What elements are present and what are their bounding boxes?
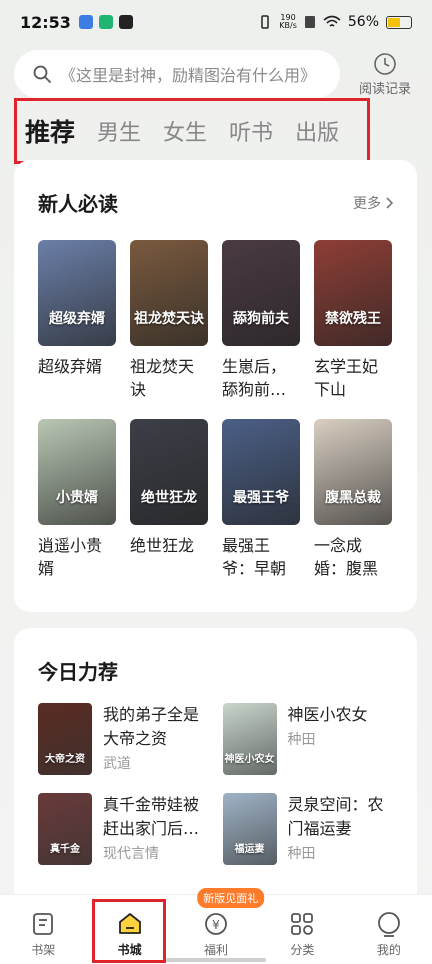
- search-icon: [33, 65, 51, 83]
- nav-welfare[interactable]: 新版见面礼 ¥ 福利: [173, 888, 265, 958]
- status-time: 12:53: [20, 12, 71, 32]
- nav-label: 福利: [204, 943, 229, 957]
- book-item[interactable]: 最强王爷 最强王爷：早朝时…: [222, 419, 300, 580]
- book-title: 绝世狂龙: [130, 536, 195, 555]
- sim-icon: [304, 16, 315, 28]
- tab-female[interactable]: 女生: [163, 115, 207, 147]
- book-item[interactable]: 禁欲残王 玄学王妃下山后，…: [314, 240, 392, 401]
- book-cover: 超级弃婿: [38, 240, 116, 346]
- reading-history-label: 阅读记录: [358, 81, 411, 97]
- status-bar: 12:53 190 KB/s 56%: [0, 0, 432, 44]
- book-item[interactable]: 腹黑总裁 一念成婚：腹黑总…: [314, 419, 392, 580]
- nav-bookshelf[interactable]: 书架: [0, 910, 86, 958]
- wifi-icon: [323, 15, 341, 27]
- vibrate-icon: [261, 15, 270, 29]
- home-indicator: [166, 958, 266, 962]
- book-cover: 腹黑总裁: [314, 419, 392, 525]
- clock-icon: [374, 52, 396, 75]
- category-tabs: 推荐 男生 女生 听书 出版: [14, 98, 370, 164]
- book-cover: 绝世狂龙: [130, 419, 208, 525]
- book-title: 逍遥小贵婿: [38, 536, 103, 578]
- svg-text:¥: ¥: [212, 918, 220, 932]
- chevron-right-icon: [386, 196, 394, 209]
- book-cover: 最强王爷: [222, 419, 300, 525]
- battery-percent: 56%: [347, 14, 379, 30]
- book-genre: 种田: [287, 846, 316, 862]
- selection-highlight: [92, 899, 166, 963]
- bookshelf-icon: [33, 913, 54, 935]
- notification-icons: [78, 15, 133, 29]
- book-genre: 种田: [287, 732, 316, 748]
- book-title: 最强王爷：早朝时…: [222, 536, 287, 578]
- book-title: 祖龙焚天诀: [130, 357, 195, 399]
- book-title: 超级弃婿: [38, 357, 103, 376]
- book-cover: 福运妻: [222, 793, 277, 865]
- list-item[interactable]: 大帝之资 我的弟子全是大帝之资 武道: [38, 703, 209, 775]
- reading-history-button[interactable]: 阅读记录: [350, 52, 420, 97]
- new-reads-section: 新人必读 更多 超级弃婿 超级弃婿 祖龙焚天诀 祖龙焚天诀 舔狗前夫 生崽后，舔…: [14, 160, 417, 612]
- nav-label: 分类: [290, 943, 315, 957]
- battery-icon: [386, 15, 412, 29]
- nav-category[interactable]: 分类: [259, 910, 345, 958]
- book-item[interactable]: 舔狗前夫 生崽后，舔狗前…: [222, 240, 300, 401]
- tab-published[interactable]: 出版: [295, 115, 339, 147]
- list-item[interactable]: 真千金 真千金带娃被赶出家门后… 现代言情: [38, 793, 209, 865]
- nav-profile[interactable]: 我的: [346, 910, 432, 958]
- book-item[interactable]: 超级弃婿 超级弃婿: [38, 240, 116, 401]
- welfare-icon: ¥: [205, 913, 227, 935]
- more-label: 更多: [353, 195, 381, 212]
- tab-audiobook[interactable]: 听书: [229, 115, 273, 147]
- list-item[interactable]: 福运妻 灵泉空间：农门福运妻 种田: [222, 793, 394, 865]
- bottom-navigation: 书架 书城 新版见面礼 ¥ 福利 分类 我的: [0, 888, 432, 964]
- today-picks-section: 今日力荐 大帝之资 我的弟子全是大帝之资 武道 神医小农女 神医小农女 种田 真…: [14, 628, 417, 928]
- network-speed: 190 KB/s: [279, 13, 297, 30]
- book-title: 灵泉空间：农门福运妻: [287, 795, 384, 838]
- book-title: 玄学王妃下山后，…: [314, 357, 379, 399]
- nav-label: 书架: [31, 943, 56, 957]
- search-input[interactable]: 《这里是封神，励精图治有什么用》: [14, 50, 340, 98]
- book-cover: 禁欲残王: [314, 240, 392, 346]
- book-item[interactable]: 小贵婿 逍遥小贵婿: [38, 419, 116, 580]
- book-cover: 舔狗前夫: [222, 240, 300, 346]
- book-title: 生崽后，舔狗前…: [222, 357, 287, 399]
- tab-male[interactable]: 男生: [97, 115, 141, 147]
- book-title: 我的弟子全是大帝之资: [103, 705, 200, 748]
- book-cover: 神医小农女: [222, 703, 277, 775]
- more-link[interactable]: 更多: [353, 193, 395, 213]
- book-genre: 武道: [103, 756, 131, 772]
- nav-label: 我的: [376, 943, 401, 957]
- list-item[interactable]: 神医小农女 神医小农女 种田: [222, 703, 394, 775]
- app-notification-icon: [78, 15, 93, 29]
- book-title: 神医小农女: [287, 705, 368, 724]
- book-cover: 大帝之资: [38, 703, 92, 775]
- app-notification-icon: [98, 15, 113, 29]
- book-title: 一念成婚：腹黑总…: [314, 536, 379, 578]
- book-cover: 真千金: [38, 793, 92, 865]
- book-cover: 祖龙焚天诀: [130, 240, 208, 346]
- tab-recommend[interactable]: 推荐: [25, 113, 75, 149]
- search-placeholder: 《这里是封神，励精图治有什么用》: [60, 66, 317, 85]
- new-gift-badge: 新版见面礼: [197, 888, 265, 908]
- profile-icon: [377, 912, 400, 937]
- section-title: 新人必读: [38, 192, 118, 216]
- tiktok-icon: [118, 15, 133, 29]
- section-title: 今日力荐: [38, 660, 118, 684]
- category-icon: [291, 913, 314, 935]
- book-item[interactable]: 绝世狂龙 绝世狂龙: [130, 419, 208, 580]
- book-item[interactable]: 祖龙焚天诀 祖龙焚天诀: [130, 240, 208, 401]
- book-cover: 小贵婿: [38, 419, 116, 525]
- book-title: 真千金带娃被赶出家门后…: [103, 795, 200, 838]
- book-genre: 现代言情: [103, 846, 159, 862]
